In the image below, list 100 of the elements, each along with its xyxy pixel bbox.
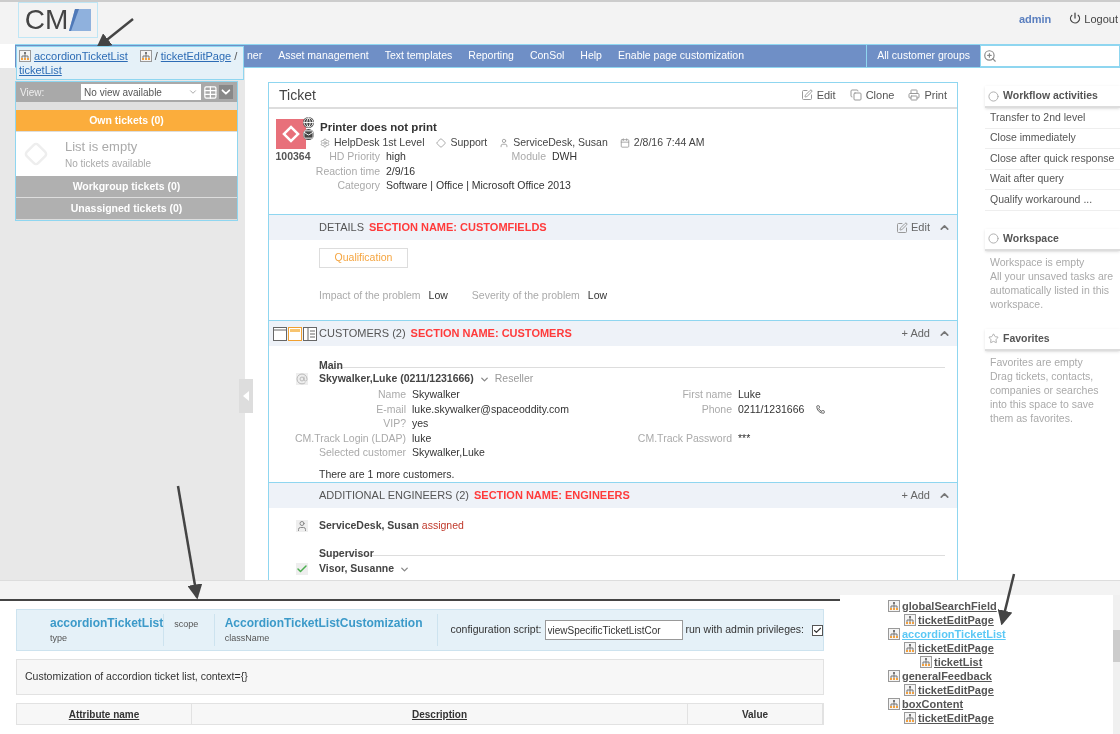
hierarchy-icon — [19, 50, 31, 62]
workflow-item[interactable]: Close after quick response — [985, 149, 1120, 170]
toolbar-button[interactable]: Clone — [865, 86, 895, 104]
supervisor-name[interactable]: Visor, Susanne — [319, 561, 395, 577]
admin-label: run with admin privileges: — [685, 622, 804, 638]
field-label: Module — [510, 149, 546, 165]
triangle-icon — [243, 391, 249, 401]
breadcrumb-link[interactable]: ticketEditPage — [160, 49, 232, 63]
phone-icon — [816, 405, 825, 415]
field-value: Luke — [738, 387, 762, 403]
field-value: luke.skywalker@spaceoddity.com — [412, 401, 570, 417]
hierarchy-icon — [904, 712, 916, 724]
field-label: Impact of the problem — [319, 288, 421, 303]
toolbar-button[interactable]: Edit — [816, 86, 836, 104]
layout-icon[interactable] — [273, 326, 287, 341]
panel-text: Workspace is empty All your unsaved tasks are automatically listed in this workspace. — [989, 254, 1115, 311]
field-value: Low — [428, 288, 448, 303]
hierarchy-icon — [904, 614, 916, 626]
type-label: type — [50, 632, 68, 646]
class-label: className — [224, 632, 271, 646]
column-header[interactable]: Attribute name — [68, 706, 140, 722]
customer-name[interactable]: Skywalker,Luke (0211/1231666) — [319, 371, 474, 387]
panel-title: Favorites — [1003, 330, 1050, 346]
globe-icon — [303, 117, 314, 128]
user-link[interactable]: admin — [1018, 11, 1052, 28]
ticket-meta: ServiceDesk, Susan — [513, 134, 608, 150]
table-icon[interactable] — [203, 84, 219, 100]
field-value: yes — [412, 416, 430, 432]
panel-title: Workspace — [1003, 230, 1059, 246]
field-value: Skywalker,Luke — [412, 445, 486, 461]
panel-text: Favorites are empty Drag tickets, contacts, companies or searches into this space to save them as favorites. — [989, 354, 1100, 425]
mail-icon — [303, 129, 314, 140]
field-value: Low — [587, 288, 608, 303]
field-value: 2/9/16 — [386, 163, 417, 179]
ticket-meta: 2/8/16 7:44 AM — [633, 134, 705, 150]
power-icon[interactable] — [1069, 12, 1082, 24]
field-label: Name — [377, 387, 406, 403]
person-icon — [499, 137, 510, 148]
hierarchy-icon — [888, 628, 900, 640]
breadcrumb-link[interactable]: accordionTicketList — [34, 49, 128, 63]
hierarchy-icon — [920, 656, 932, 668]
hierarchy-icon — [904, 684, 916, 696]
arrow-drawing — [96, 18, 134, 49]
calendar-icon — [619, 137, 630, 148]
toolbar-button[interactable]: Print — [924, 86, 947, 104]
search-icon[interactable] — [983, 49, 997, 63]
circle-icon — [988, 90, 999, 102]
field-label: Reaction time — [314, 163, 380, 179]
logout-link[interactable]: Logout — [1084, 11, 1118, 28]
hierarchy-icon — [888, 698, 900, 710]
empty-text: No tickets available — [65, 157, 152, 172]
person-icon — [296, 520, 308, 532]
ticket-meta: Support — [450, 134, 488, 150]
edit-button[interactable]: Edit — [911, 219, 930, 236]
printer-icon — [908, 89, 921, 101]
add-button[interactable]: + Add — [901, 487, 930, 504]
column-header[interactable]: Value — [741, 706, 769, 722]
section-annotation: SECTION NAME: CUSTOMERS — [410, 326, 572, 342]
view-select[interactable]: No view available — [81, 84, 202, 100]
workflow-item[interactable]: Transfer to 2nd level — [985, 108, 1120, 129]
type-value: accordionTicketList — [50, 615, 164, 633]
section-annotation: SECTION NAME: CUSTOMFIELDS — [369, 220, 547, 236]
field-value: 0211/1231666 — [738, 401, 806, 417]
panel-title: Ticket — [279, 85, 316, 105]
field-label: E-mail — [375, 401, 406, 417]
workflow-item[interactable]: Close immediately — [985, 128, 1120, 149]
field-value: DWH — [552, 149, 579, 165]
search-field[interactable] — [980, 45, 1120, 67]
field-label: CM.Track Login (LDAP) — [293, 430, 406, 446]
customer-role: Reseller — [494, 371, 534, 387]
gear-icon — [320, 137, 330, 148]
list-icon[interactable] — [303, 326, 317, 341]
add-button[interactable]: + Add — [901, 325, 930, 342]
field-label: HD Priority — [328, 149, 380, 165]
field-label: Phone — [700, 401, 732, 417]
admin-checkbox[interactable] — [812, 624, 823, 636]
edit-icon — [896, 221, 909, 234]
workflow-item[interactable]: Wait after query — [985, 169, 1120, 190]
ticket-meta: HelpDesk 1st Level — [334, 134, 425, 150]
field-label: Selected customer — [318, 445, 406, 461]
section-title: DETAILS — [319, 220, 365, 236]
field-label: Severity of the problem — [471, 288, 580, 303]
scope-label: scope — [174, 618, 200, 631]
scrollbar[interactable] — [1113, 595, 1120, 734]
ticket-status-icon — [276, 119, 306, 149]
breadcrumb-link[interactable]: ticketList — [19, 63, 62, 77]
circle-icon — [988, 233, 999, 244]
description-text: Customization of accordion ticket list, context={} — [25, 669, 248, 685]
workflow-item[interactable]: Qualify workaround ... — [985, 190, 1120, 211]
config-script-field[interactable]: viewSpecificTicketListCor — [544, 620, 683, 640]
caret-icon[interactable] — [219, 85, 233, 99]
column-header[interactable]: Description — [412, 706, 467, 722]
ticket-subject: Printer does not print — [320, 120, 438, 135]
field-label: CM.Track Password — [636, 430, 732, 446]
hierarchy-icon — [904, 642, 916, 654]
ticket-number: 100364 — [275, 149, 311, 164]
breadcrumb-separator: / — [154, 49, 158, 63]
group-heading: Main — [319, 359, 343, 371]
copy-icon — [849, 89, 862, 101]
diamond-icon — [436, 137, 447, 148]
